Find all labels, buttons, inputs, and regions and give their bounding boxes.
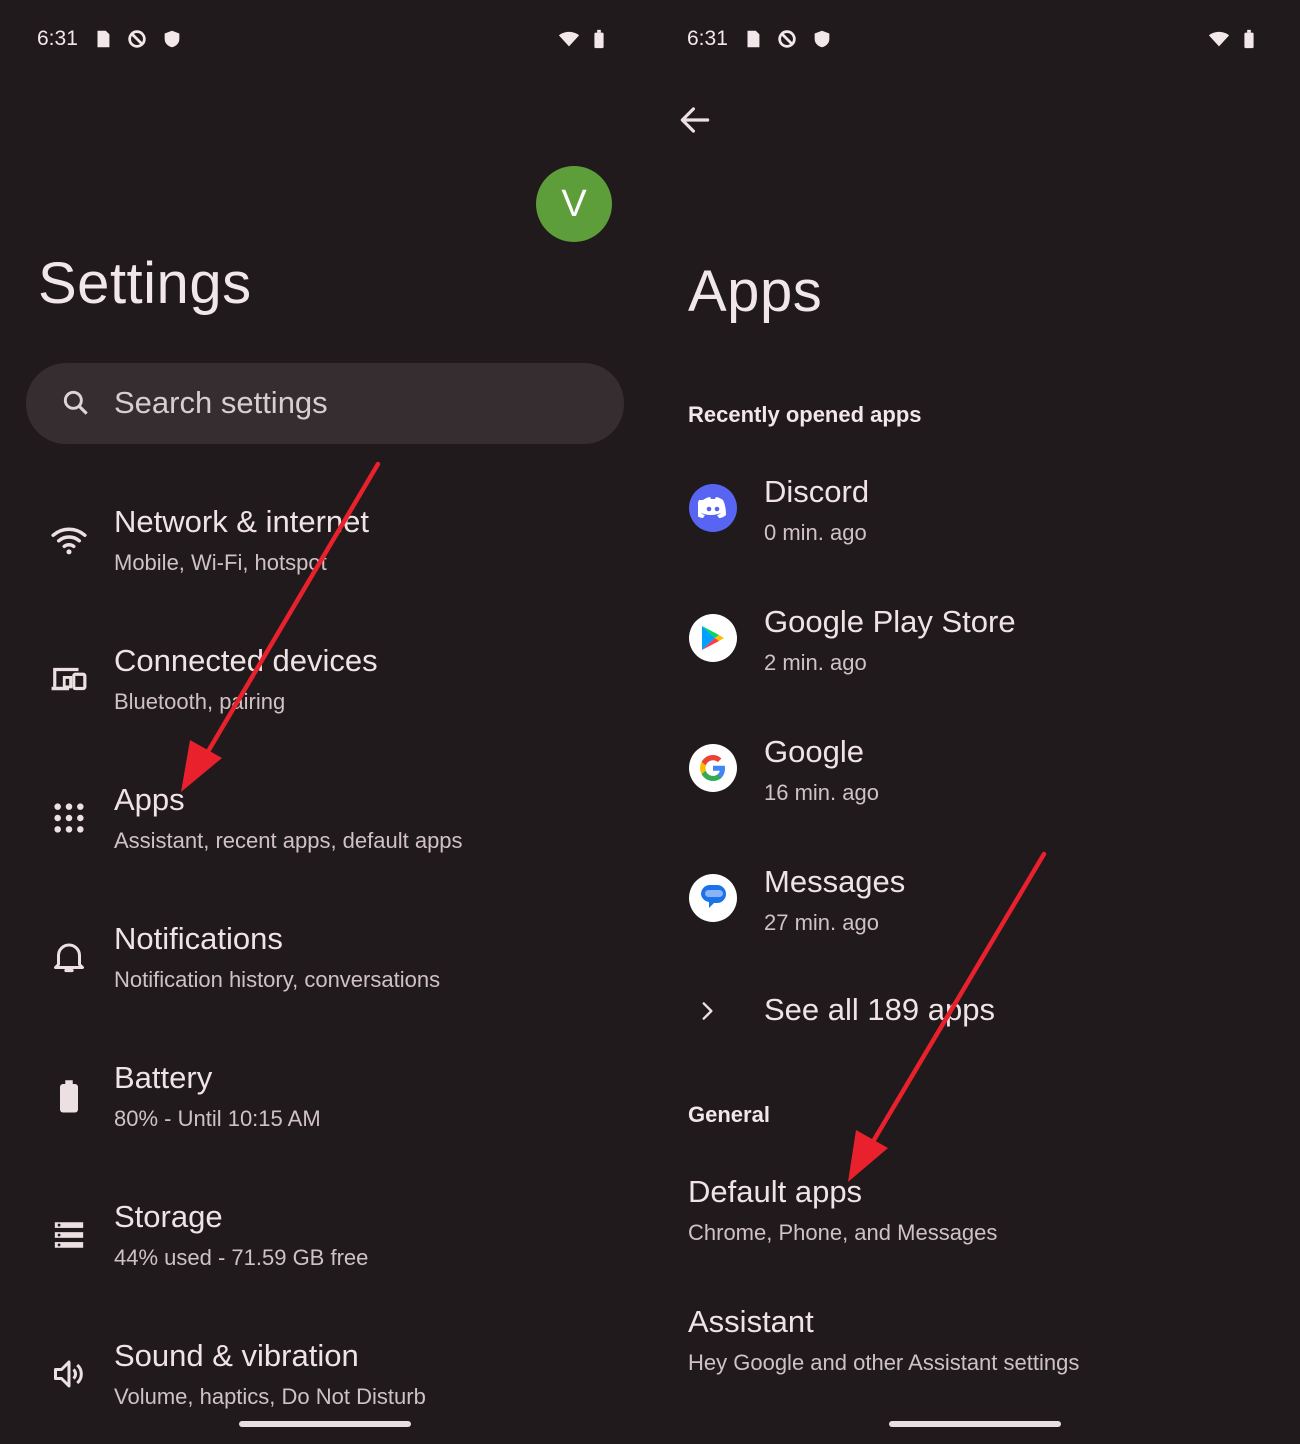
apps-grid-icon <box>47 796 91 840</box>
settings-item-title: Storage <box>114 1199 223 1234</box>
app-last-opened: 2 min. ago <box>764 650 867 675</box>
assistant-item[interactable]: Assistant Hey Google and other Assistant… <box>650 1290 1300 1400</box>
battery-status-icon <box>594 29 604 49</box>
settings-item-subtitle: Bluetooth, pairing <box>114 689 286 714</box>
app-last-opened: 16 min. ago <box>764 780 879 805</box>
see-all-apps-button[interactable]: See all 189 apps <box>650 980 1300 1044</box>
sim-card-icon <box>747 30 760 48</box>
settings-item-subtitle: Assistant, recent apps, default apps <box>114 828 463 853</box>
settings-item-subtitle: Notification history, conversations <box>114 967 441 992</box>
profile-avatar[interactable]: V <box>536 166 612 242</box>
wifi-icon <box>47 518 91 562</box>
apps-screen: 6:31 Apps Recently opened apps Discord 0… <box>650 0 1300 1444</box>
battery-status-icon <box>1244 29 1254 49</box>
assistant-subtitle: Hey Google and other Assistant settings <box>688 1350 1080 1375</box>
wifi-status-icon <box>1208 31 1230 47</box>
settings-item-battery[interactable]: Battery 80% - Until 10:15 AM <box>0 1046 650 1156</box>
see-all-apps-label: See all 189 apps <box>764 992 995 1027</box>
settings-item-apps[interactable]: Apps Assistant, recent apps, default app… <box>0 768 650 878</box>
shield-icon <box>164 30 180 48</box>
settings-item-title: Apps <box>114 782 185 817</box>
settings-item-title: Sound & vibration <box>114 1338 359 1373</box>
settings-item-subtitle: Volume, haptics, Do Not Disturb <box>114 1384 426 1409</box>
recent-app-play-store[interactable]: Google Play Store 2 min. ago <box>650 590 1300 700</box>
discord-icon <box>689 484 737 532</box>
settings-item-title: Network & internet <box>114 504 369 539</box>
settings-item-notifications[interactable]: Notifications Notification history, conv… <box>0 907 650 1017</box>
status-time: 6:31 <box>37 27 78 50</box>
page-title: Apps <box>688 259 823 324</box>
connected-devices-icon <box>47 657 91 701</box>
search-icon <box>63 390 88 415</box>
data-saver-icon <box>128 30 146 48</box>
back-arrow-icon[interactable] <box>676 101 714 139</box>
default-apps-subtitle: Chrome, Phone, and Messages <box>688 1220 998 1245</box>
wifi-status-icon <box>558 31 580 47</box>
settings-item-storage[interactable]: Storage 44% used - 71.59 GB free <box>0 1185 650 1295</box>
app-name: Discord <box>764 474 870 509</box>
bell-icon <box>47 935 91 979</box>
settings-item-subtitle: 80% - Until 10:15 AM <box>114 1106 321 1131</box>
data-saver-icon <box>778 30 796 48</box>
settings-item-title: Connected devices <box>114 643 378 678</box>
page-title: Settings <box>38 251 252 316</box>
shield-icon <box>814 30 830 48</box>
settings-screen: 6:31 V Settings Search settings Network … <box>0 0 650 1444</box>
app-name: Google <box>764 734 864 769</box>
settings-item-title: Battery <box>114 1060 213 1095</box>
app-name: Google Play Store <box>764 604 1016 639</box>
battery-icon <box>47 1074 91 1118</box>
settings-item-network[interactable]: Network & internet Mobile, Wi-Fi, hotspo… <box>0 490 650 600</box>
gesture-nav-bar[interactable] <box>239 1421 411 1427</box>
search-bar[interactable]: Search settings <box>26 363 624 444</box>
recent-app-discord[interactable]: Discord 0 min. ago <box>650 460 1300 570</box>
gesture-nav-bar[interactable] <box>889 1421 1061 1427</box>
google-icon <box>689 744 737 792</box>
general-header: General <box>688 1102 770 1127</box>
recent-app-messages[interactable]: Messages 27 min. ago <box>650 850 1300 960</box>
sim-card-icon <box>97 30 110 48</box>
recent-app-google[interactable]: Google 16 min. ago <box>650 720 1300 830</box>
speaker-icon <box>47 1352 91 1396</box>
app-last-opened: 0 min. ago <box>764 520 867 545</box>
recent-apps-header: Recently opened apps <box>688 402 922 427</box>
chevron-right-icon <box>702 1002 713 1020</box>
search-placeholder: Search settings <box>114 385 328 420</box>
messages-icon <box>689 874 737 922</box>
google-play-store-icon <box>689 614 737 662</box>
settings-item-title: Notifications <box>114 921 283 956</box>
settings-item-subtitle: Mobile, Wi-Fi, hotspot <box>114 550 327 575</box>
default-apps-item[interactable]: Default apps Chrome, Phone, and Messages <box>650 1160 1300 1270</box>
assistant-title: Assistant <box>688 1304 814 1339</box>
app-name: Messages <box>764 864 906 899</box>
default-apps-title: Default apps <box>688 1174 863 1209</box>
settings-item-subtitle: 44% used - 71.59 GB free <box>114 1245 369 1270</box>
settings-item-sound[interactable]: Sound & vibration Volume, haptics, Do No… <box>0 1324 650 1434</box>
status-time: 6:31 <box>687 27 728 50</box>
settings-item-connected-devices[interactable]: Connected devices Bluetooth, pairing <box>0 629 650 739</box>
app-last-opened: 27 min. ago <box>764 910 879 935</box>
storage-icon <box>47 1213 91 1257</box>
